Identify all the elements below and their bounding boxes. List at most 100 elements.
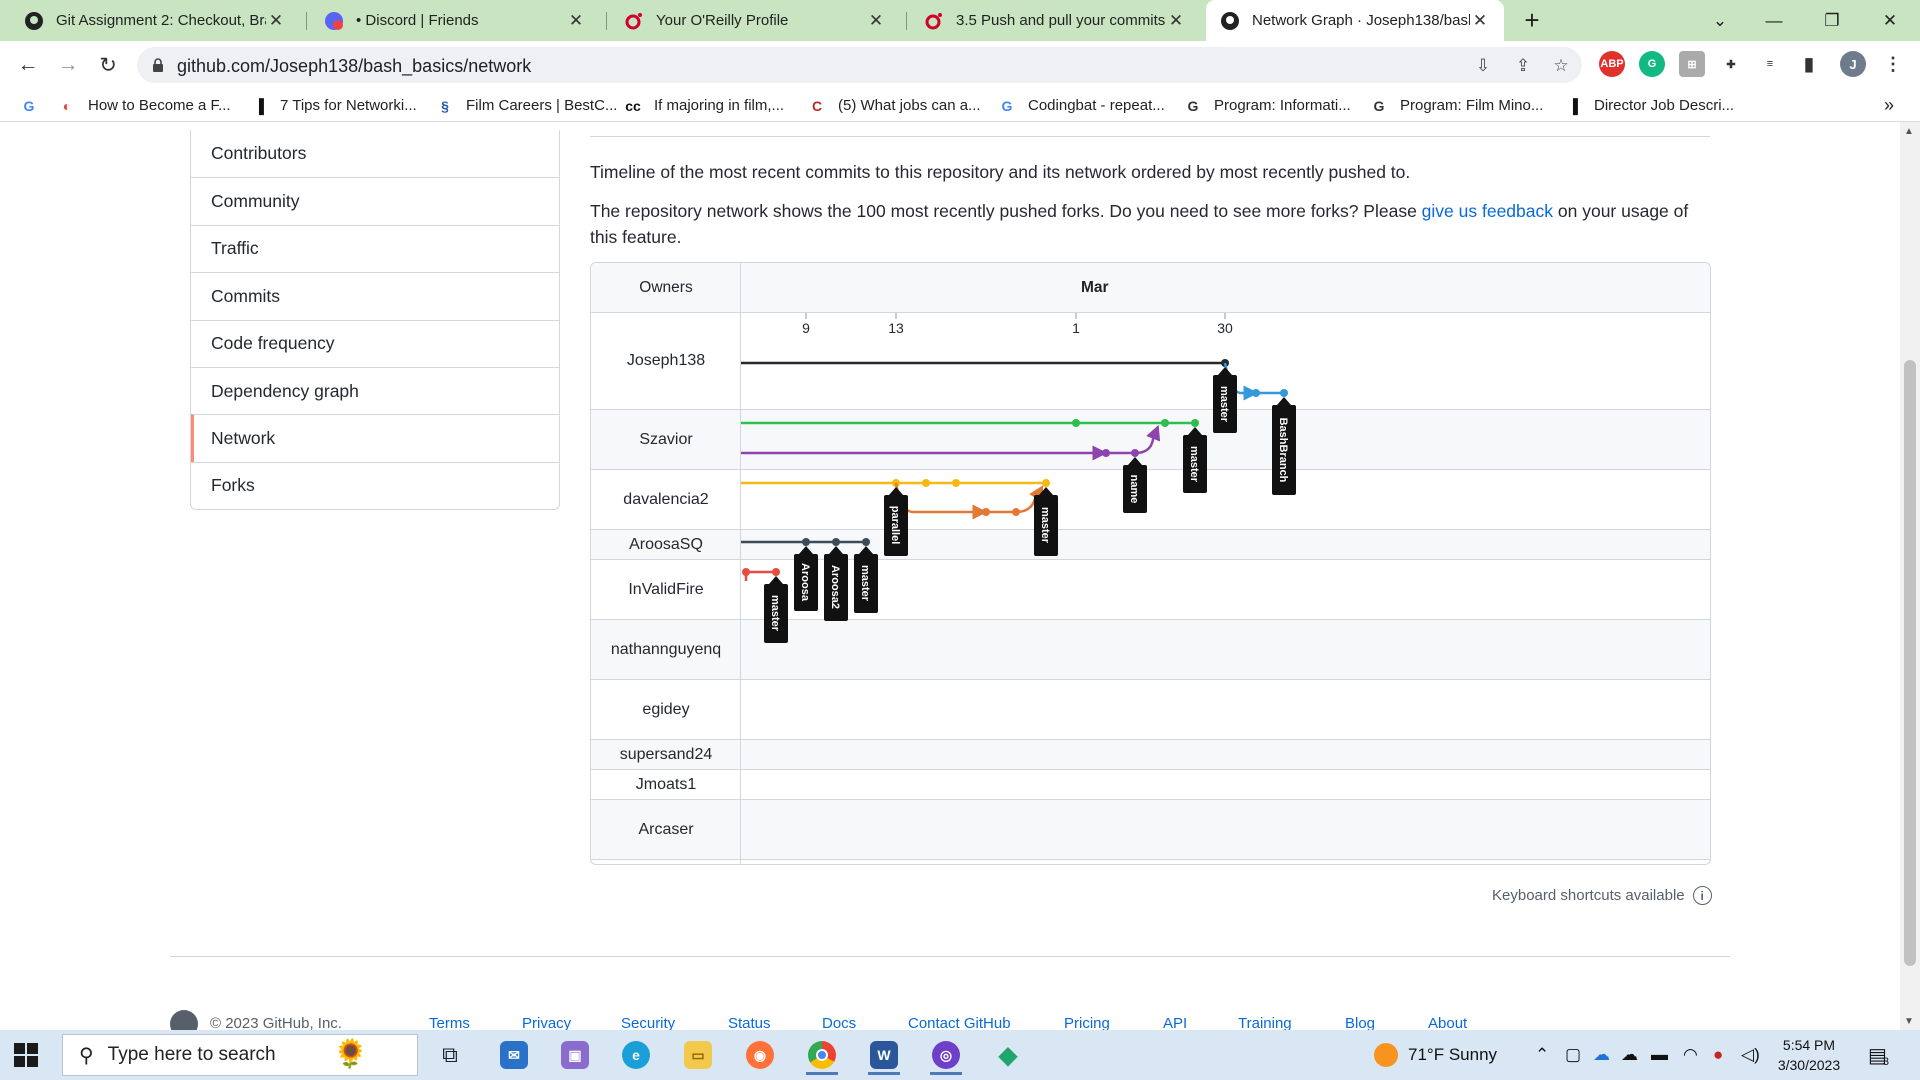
new-tab-button[interactable]: +: [1504, 0, 1560, 41]
firefox-icon[interactable]: ◉: [736, 1035, 784, 1075]
branch-tag-master[interactable]: master: [1213, 367, 1237, 433]
close-icon[interactable]: ✕: [266, 11, 286, 31]
share-icon[interactable]: ⇪: [1513, 56, 1533, 76]
edge-browser-icon[interactable]: e: [612, 1035, 660, 1075]
weather-widget[interactable]: 71°F Sunny: [1374, 1030, 1497, 1080]
tab-discord[interactable]: • Discord | Friends ✕: [310, 0, 600, 41]
bookmark-item[interactable]: G Codingbat - repeat...: [998, 89, 1165, 122]
close-icon[interactable]: ✕: [1470, 11, 1490, 31]
tab-search-chevron-icon[interactable]: ⌄: [1692, 0, 1748, 41]
bookmark-item[interactable]: G Program: Film Mino...: [1370, 89, 1544, 122]
branch-tag-bashbranch[interactable]: BashBranch: [1272, 397, 1296, 495]
tab-oreilly-profile[interactable]: Your O'Reilly Profile ✕: [610, 0, 900, 41]
feedback-link[interactable]: give us feedback: [1422, 201, 1553, 221]
extension-app-icon[interactable]: ⊞: [1679, 51, 1705, 77]
word-app-icon[interactable]: W: [860, 1035, 908, 1075]
close-icon[interactable]: ✕: [1166, 11, 1186, 31]
git-kraken-icon[interactable]: ◆: [984, 1035, 1032, 1075]
footer-link-pricing[interactable]: Pricing: [1064, 1015, 1110, 1030]
tab-git-assignment[interactable]: Git Assignment 2: Checkout, Bran ✕: [10, 0, 300, 41]
reading-list-icon[interactable]: ≡: [1757, 51, 1783, 77]
window-close-icon[interactable]: ✕: [1862, 0, 1918, 41]
google-icon[interactable]: G: [20, 89, 50, 122]
install-icon[interactable]: ⇩: [1473, 56, 1493, 76]
sidebar-item-community[interactable]: Community: [191, 177, 559, 224]
branch-tag-aroosa2[interactable]: Aroosa2: [824, 546, 848, 621]
battery-icon[interactable]: ▬: [1651, 1030, 1668, 1080]
close-icon[interactable]: ✕: [866, 11, 886, 31]
bookmark-item[interactable]: § Film Careers | BestC...: [436, 89, 617, 122]
footer-link-blog[interactable]: Blog: [1345, 1015, 1375, 1030]
branch-tag-parallel[interactable]: parallel: [884, 487, 908, 556]
reload-icon[interactable]: ↻: [94, 51, 122, 79]
sidebar-item-traffic[interactable]: Traffic: [191, 224, 559, 272]
branch-tag-master[interactable]: master: [764, 576, 788, 643]
footer-link-about[interactable]: About: [1428, 1015, 1467, 1030]
tab-push-pull[interactable]: 3.5 Push and pull your commits | ✕: [910, 0, 1200, 41]
sidebar-item-dependency-graph[interactable]: Dependency graph: [191, 366, 559, 414]
bookmark-item[interactable]: ▐ Director Job Descri...: [1564, 89, 1734, 122]
footer-link-privacy[interactable]: Privacy: [522, 1015, 571, 1030]
sidebar-item-commits[interactable]: Commits: [191, 272, 559, 319]
taskbar-clock[interactable]: 5:54 PM 3/30/2023: [1764, 1035, 1854, 1075]
wifi-icon[interactable]: ◠: [1683, 1030, 1698, 1080]
commit-dot[interactable]: [982, 508, 990, 516]
bookmark-item[interactable]: G Program: Informati...: [1184, 89, 1351, 122]
scrollbar-thumb[interactable]: [1904, 360, 1916, 966]
footer-link-training[interactable]: Training: [1238, 1015, 1292, 1030]
commit-dot[interactable]: [1191, 419, 1199, 427]
sidebar-item-network[interactable]: Network: [191, 414, 559, 462]
windows-start-icon[interactable]: [14, 1043, 38, 1067]
commit-dot[interactable]: [802, 538, 810, 546]
extensions-puzzle-icon[interactable]: ✚: [1718, 51, 1744, 77]
branch-tag-aroosa[interactable]: Aroosa: [794, 546, 818, 611]
bookmark-item[interactable]: C (5) What jobs can a...: [808, 89, 981, 122]
chrome-taskbar-icon[interactable]: [798, 1035, 846, 1075]
menu-kebab-icon[interactable]: ⋮: [1880, 51, 1906, 77]
close-icon[interactable]: ✕: [566, 11, 586, 31]
footer-link-api[interactable]: API: [1163, 1015, 1187, 1030]
commit-dot[interactable]: [952, 479, 960, 487]
sidebar-item-code-frequency[interactable]: Code frequency: [191, 319, 559, 367]
notifications-icon[interactable]: ▤ 3: [1868, 1030, 1889, 1080]
forward-arrow-icon[interactable]: →: [54, 51, 82, 79]
profile-avatar[interactable]: J: [1840, 51, 1866, 77]
bookmark-star-icon[interactable]: ☆: [1551, 56, 1571, 76]
task-view-icon[interactable]: ⧉: [426, 1035, 474, 1075]
commit-dot[interactable]: [1161, 419, 1169, 427]
footer-link-docs[interactable]: Docs: [822, 1015, 856, 1030]
github-logo-icon[interactable]: [170, 1010, 198, 1030]
adblock-icon[interactable]: ABP: [1599, 51, 1625, 77]
mail-app-icon[interactable]: ✉: [490, 1035, 538, 1075]
commit-dot[interactable]: [1042, 479, 1050, 487]
minimize-icon[interactable]: —: [1746, 0, 1802, 41]
photos-app-icon[interactable]: ▣: [551, 1035, 599, 1075]
branch-tag-master[interactable]: master: [1034, 487, 1058, 556]
url-bar[interactable]: github.com/Joseph138/bash_basics/network…: [137, 47, 1582, 83]
keyboard-shortcuts-hint[interactable]: Keyboard shortcuts available i: [1492, 886, 1712, 905]
branch-tag-name[interactable]: name: [1123, 457, 1147, 513]
scroll-down-icon[interactable]: ▼: [1904, 1016, 1914, 1027]
commit-dot[interactable]: [772, 568, 780, 576]
onedrive-icon[interactable]: ☁: [1593, 1030, 1610, 1080]
footer-link-contact[interactable]: Contact GitHub: [908, 1015, 1011, 1030]
commit-dot[interactable]: [832, 538, 840, 546]
restore-icon[interactable]: ❐: [1804, 0, 1860, 41]
tray-overflow-chevron-icon[interactable]: ⌃: [1535, 1030, 1549, 1080]
bookmark-item[interactable]: ▐ 7 Tips for Networki...: [250, 89, 417, 122]
bookmark-item[interactable]: cc If majoring in film,...: [624, 89, 784, 122]
back-arrow-icon[interactable]: ←: [14, 51, 42, 79]
commit-dot[interactable]: [1252, 389, 1260, 397]
network-graph[interactable]: Joseph138 Szavior davalencia2 AroosaSQ I…: [590, 262, 1711, 865]
github-desktop-icon[interactable]: ◎: [922, 1035, 970, 1075]
tab-network-graph[interactable]: Network Graph · Joseph138/bash ✕: [1206, 0, 1504, 41]
file-explorer-icon[interactable]: ▭: [674, 1035, 722, 1075]
branch-tag-master[interactable]: master: [854, 546, 878, 613]
sidebar-item-contributors[interactable]: Contributors: [191, 130, 559, 177]
commit-dot[interactable]: [922, 479, 930, 487]
grammarly-icon[interactable]: G: [1639, 51, 1665, 77]
side-panel-icon[interactable]: ▮: [1796, 51, 1822, 77]
sidebar-item-forks[interactable]: Forks: [191, 461, 559, 509]
bookmark-item[interactable]: ◐ How to Become a F...: [58, 89, 231, 122]
bookmarks-overflow-button[interactable]: »: [1884, 89, 1894, 122]
